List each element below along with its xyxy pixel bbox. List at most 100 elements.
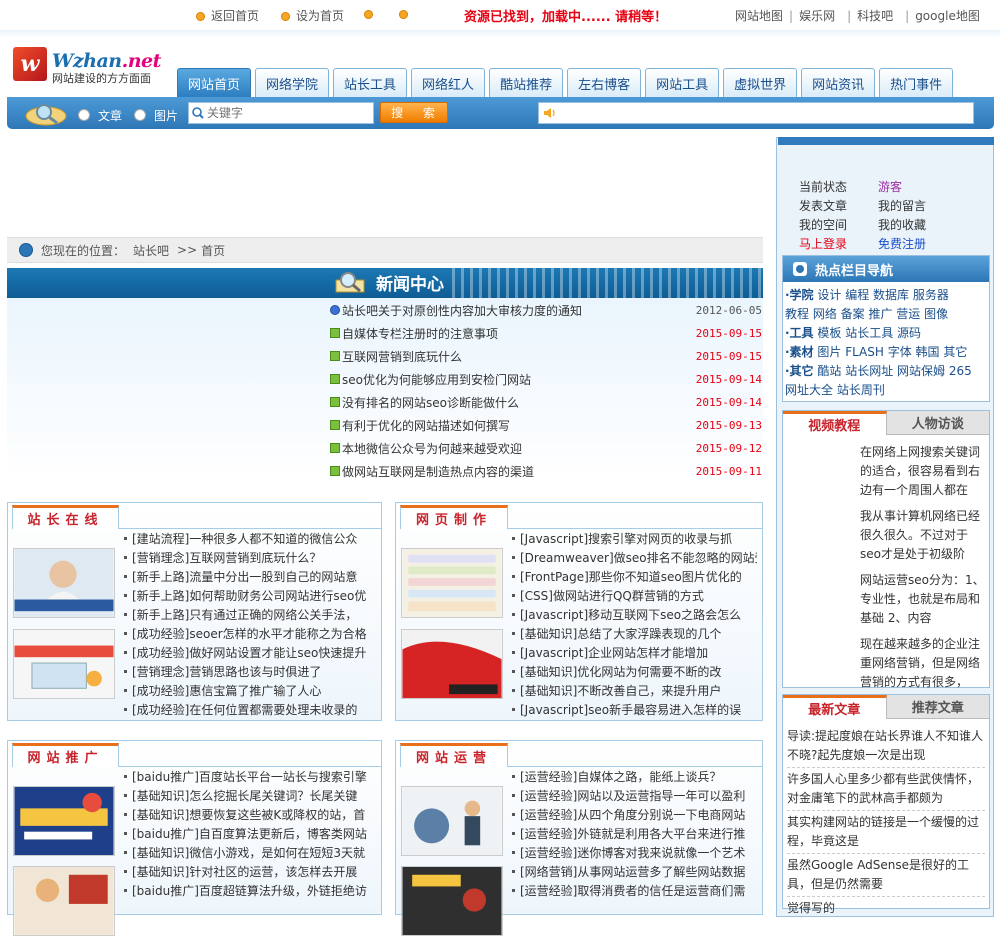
list-item[interactable]: [baidu推广]百度站长平台一站长与搜索引擎 [124,767,376,786]
sitemap-link[interactable]: 网站地图 [735,7,783,24]
hot-nav-line[interactable]: ·学院 设计 编程 数据库 服务器 [783,286,989,305]
list-item[interactable]: [新手上路]只有通过正确的网络公关手法， [124,605,376,624]
tab-virtual[interactable]: 虚拟世界 [723,67,798,98]
tab-celebrities[interactable]: 网络红人 [411,67,486,98]
list-item[interactable]: [成功经验]做好网站设置才能让seo快速提升 [124,643,376,662]
latest-item[interactable]: 导读:提起度娘在站长界谁人不知谁人不晓?起先度娘一次是出现 [787,725,985,768]
news-item[interactable]: 自媒体专栏注册时的注意事项 2015-09-15 [330,322,762,345]
list-item[interactable]: [基础知识]想要恢复这些被K或降权的站，首 [124,805,376,824]
home-link[interactable]: 返回首页 [196,7,259,24]
list-item[interactable]: [运营经验]从四个角度分别说一下电商网站 [512,805,757,824]
tab-cool-sites[interactable]: 酷站推荐 [489,67,564,98]
hot-nav-line[interactable]: ·其它 酷站 站长网址 网站保姆 265 [783,362,989,381]
tab-home[interactable]: 网站首页 [177,67,252,98]
tab-web-tools[interactable]: 网站工具 [645,67,720,98]
video-item[interactable]: 在网络上网搜索关键词的适合，很容易看到右边有一个周围人都在 [860,443,986,501]
video-item[interactable]: 我从事计算机网络已经很久很久。不过对于seo才是处于初级阶 [860,507,986,565]
list-item[interactable]: [运营经验]迷你博客对我来说就像一个艺术 [512,843,757,862]
list-item[interactable]: [营销理念]营销思路也该与时俱进了 [124,662,376,681]
post-article-link[interactable]: 发表文章 [799,197,878,216]
thumbnail-image[interactable] [401,786,503,856]
register-link[interactable]: 免费注册 [878,235,958,254]
breadcrumb-site[interactable]: 站长吧 [133,242,169,259]
top-link-3[interactable] [364,7,379,21]
list-item[interactable]: [baidu推广]自百度算法更新后，博客类网站 [124,824,376,843]
thumbnail-image[interactable] [13,866,115,936]
tab-hot-events[interactable]: 热门事件 [879,67,954,98]
radio-article[interactable]: 文章 [78,107,122,124]
list-item[interactable]: [运营经验]自媒体之路，能纸上谈兵？ [512,767,757,786]
tab-interviews[interactable]: 人物访谈 [886,411,989,435]
list-item[interactable]: [基础知识]不断改善自己，来提升用户 [512,681,757,700]
panel-site-promotion-tab[interactable]: 网站推广 [12,743,119,767]
hot-nav-line[interactable]: 教程 网络 备案 推广 营运 图像 [783,305,989,324]
thumbnail-image[interactable] [401,629,503,699]
tab-academy[interactable]: 网络学院 [255,67,330,98]
radio-image[interactable]: 图片 [134,107,178,124]
list-item[interactable]: [成功经验]seoer怎样的水平才能称之为合格 [124,624,376,643]
latest-item[interactable]: 虽然Google AdSense是很好的工具，但是仍然需要 [787,854,985,897]
logo-text[interactable]: Wzhan.net [52,50,161,72]
panel-site-operation-tab[interactable]: 网站运营 [400,743,508,767]
tab-news[interactable]: 网站资讯 [801,67,876,98]
news-item[interactable]: seo优化为何能够应用到安检门网站 2015-09-14 [330,368,762,391]
top-link-4[interactable] [399,7,414,21]
list-item[interactable]: [baidu推广]百度超链算法升级，外链拒绝访 [124,881,376,900]
list-item[interactable]: [FrontPage]那些你不知道seo图片优化的 [512,567,757,586]
list-item[interactable]: [Javascript]搜索引擎对网页的收录与抓 [512,529,757,548]
list-item[interactable]: [建站流程]一种很多人都不知道的微信公众 [124,529,376,548]
list-item[interactable]: [Javascript]企业网站怎样才能增加 [512,643,757,662]
list-item[interactable]: [运营经验]取得消费者的信任是运营商们需 [512,881,757,900]
tab-latest-articles[interactable]: 最新文章 [783,695,887,719]
list-item[interactable]: [CSS]做网站进行QQ群营销的方式 [512,586,757,605]
list-item[interactable]: [Javascript]seo新手最容易进入怎样的误 [512,700,757,719]
tab-recommended-articles[interactable]: 推荐文章 [886,695,989,719]
video-item[interactable]: 现在越来越多的企业注重网络营销，但是网络营销的方式有很多， [860,635,986,693]
list-item[interactable]: [基础知识]微信小游戏，是如何在短短3天就 [124,843,376,862]
list-item[interactable]: [运营经验]网站以及运营指导一年可以盈利 [512,786,757,805]
latest-item[interactable]: 其实构建网站的链接是一个缓慢的过程，毕竟这是 [787,811,985,854]
logo-icon[interactable]: w [13,47,47,81]
list-item[interactable]: [新手上路]流量中分出一股到自己的网站意 [124,567,376,586]
breadcrumb-home[interactable]: 首页 [201,242,225,259]
thumbnail-image[interactable] [401,866,503,936]
my-favorites-link[interactable]: 我的收藏 [878,216,958,235]
news-item[interactable]: 做网站互联网是制造热点内容的渠道 2015-09-11 [330,460,762,483]
list-item[interactable]: [成功经验]惠信宝篇了推广输了人心 [124,681,376,700]
list-item[interactable]: [成功经验]在任何位置都需要处理未收录的 [124,700,376,719]
news-item[interactable]: 有利于优化的网站描述如何撰写 2015-09-13 [330,414,762,437]
google-map-link[interactable]: google地图 [915,7,980,24]
tech-link[interactable]: 科技吧 [857,7,893,24]
set-homepage-link[interactable]: 设为首页 [281,7,344,24]
news-item[interactable]: 站长吧关于对原创性内容加大审核力度的通知 2012-06-05 [330,299,762,322]
list-item[interactable]: [基础知识]总结了大家浮躁表现的几个 [512,624,757,643]
list-item[interactable]: [网络营销]从事网站运营多了解些网站数据 [512,862,757,881]
search-button[interactable]: 搜 索 [380,102,448,123]
latest-item[interactable]: 许多国人心里多少都有些武侠情怀，对金庸笔下的武林高手都颇为 [787,768,985,811]
my-space-link[interactable]: 我的空间 [799,216,878,235]
thumbnail-image[interactable] [13,786,115,856]
panel-web-design-tab[interactable]: 网页制作 [400,505,508,529]
list-item[interactable]: [Javascript]移动互联网下seo之路会怎么 [512,605,757,624]
list-item[interactable]: [新手上路]如何帮助财务公司网站进行seo优 [124,586,376,605]
news-item[interactable]: 没有排名的网站seo诊断能做什么 2015-09-14 [330,391,762,414]
video-item[interactable]: 网站运营seo分为：1、专业性，也就是布局和基础 2、内容 [860,571,986,629]
login-link[interactable]: 马上登录 [799,235,878,254]
list-item[interactable]: [基础知识]怎么挖掘长尾关键词？长尾关键 [124,786,376,805]
panel-webmaster-online-tab[interactable]: 站长在线 [12,505,119,529]
news-item[interactable]: 本地微信公众号为何越来越受欢迎 2015-09-12 [330,437,762,460]
search-input[interactable] [207,106,357,120]
tab-video-tutorials[interactable]: 视频教程 [783,411,887,435]
list-item[interactable]: [Dreamweaver]做seo排名不能忽略的网站受 [512,548,757,567]
thumbnail-image[interactable] [13,629,115,699]
hot-nav-line[interactable]: ·工具 模板 站长工具 源码 [783,324,989,343]
list-item[interactable]: [基础知识]针对社区的运营，该怎样去开展 [124,862,376,881]
entertainment-link[interactable]: 娱乐网 [799,7,835,24]
thumbnail-image[interactable] [401,548,503,618]
my-messages-link[interactable]: 我的留言 [878,197,958,216]
news-item[interactable]: 互联网营销到底玩什么 2015-09-15 [330,345,762,368]
list-item[interactable]: [运营经验]外链就是利用各大平台来进行推 [512,824,757,843]
tab-tools[interactable]: 站长工具 [333,67,408,98]
hot-nav-line[interactable]: 网址大全 站长周刊 [783,381,989,400]
tab-blog[interactable]: 左右博客 [567,67,642,98]
